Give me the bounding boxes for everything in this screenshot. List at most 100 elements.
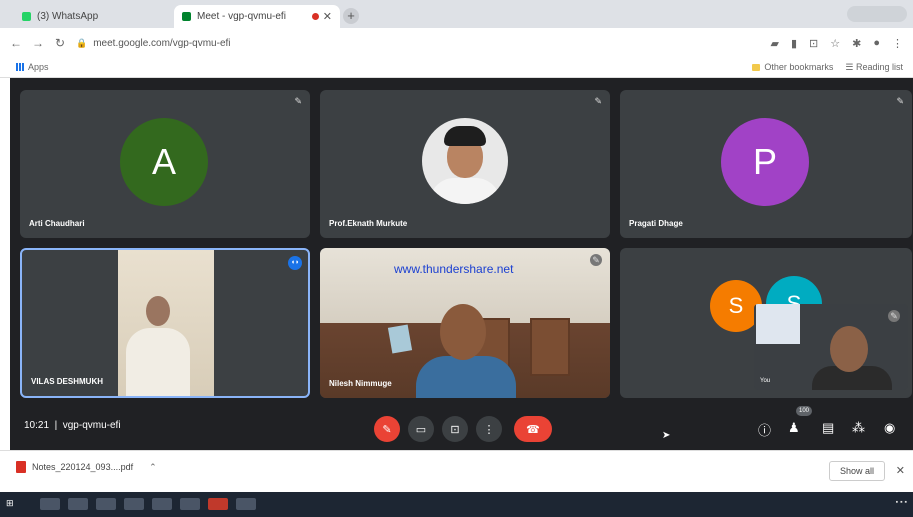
bookmarks-bar: Apps Other bookmarks ☰ Reading list <box>0 58 913 78</box>
taskbar-app-icon[interactable] <box>124 498 144 510</box>
taskbar-app-icon[interactable] <box>68 498 88 510</box>
start-icon[interactable]: ⊞ <box>6 498 14 509</box>
apps-bookmark[interactable]: Apps <box>16 62 49 72</box>
more-vert-icon: ⋮ <box>483 423 495 436</box>
tab-title: (3) WhatsApp <box>37 11 99 22</box>
tab-strip: (3) WhatsApp ✕ Meet - vgp-qvmu-efi ✕ + ⌄ <box>0 0 913 28</box>
profile-icon[interactable]: ● <box>873 37 880 50</box>
apps-grid-icon <box>16 63 24 71</box>
meet-control-bar: 10:21 | vgp-qvmu-efi ✎ ▭ ⊡ ⋮ ☎ ➤ ⓘ 100 ♟… <box>10 406 913 450</box>
reading-list-label: Reading list <box>855 62 903 72</box>
leave-call-button[interactable]: ☎ <box>514 416 552 442</box>
participant-name: Pragati Dhage <box>629 219 683 228</box>
download-shelf: Notes_220124_093....pdf ⌃ Show all ✕ <box>0 450 913 492</box>
meeting-info: 10:21 | vgp-qvmu-efi <box>24 420 121 431</box>
meet-icon <box>182 12 191 21</box>
other-bookmarks-label: Other bookmarks <box>764 62 834 72</box>
new-tab-button[interactable]: + <box>343 8 359 24</box>
more-options-button[interactable]: ⋮ <box>476 416 502 442</box>
participant-name: Nilesh Nimmuge <box>329 379 392 388</box>
os-taskbar: ⊞ ▪ ▪ ▪ <box>0 492 913 517</box>
show-all-button[interactable]: Show all <box>828 461 885 481</box>
mic-off-icon: ✎ <box>594 96 602 106</box>
participant-tile[interactable]: ✎ P Pragati Dhage <box>620 90 912 238</box>
taskbar-apps <box>40 498 256 510</box>
recording-icon <box>311 13 319 20</box>
participant-tile[interactable]: ✎ A Arti Chaudhari <box>20 90 310 238</box>
taskbar-app-icon[interactable] <box>96 498 116 510</box>
download-item[interactable]: Notes_220124_093....pdf ⌃ <box>16 461 157 473</box>
host-controls-icon[interactable]: ◉ <box>884 420 895 436</box>
other-bookmarks[interactable]: Other bookmarks <box>752 62 833 73</box>
meeting-code: vgp-qvmu-efi <box>62 420 121 431</box>
participant-tile-active[interactable]: ◖◗ VILAS DESHMUKH <box>20 248 310 398</box>
camera-toggle-button[interactable]: ▭ <box>408 416 434 442</box>
taskbar-app-icon[interactable] <box>208 498 228 510</box>
meet-stage: ✎ A Arti Chaudhari ✎ Prof.Eknath Murkute… <box>10 78 913 450</box>
system-tray: ▪ ▪ ▪ <box>895 499 907 506</box>
present-icon: ⊡ <box>450 423 460 436</box>
camera-icon: ▭ <box>415 423 427 436</box>
people-icon[interactable]: ♟ <box>788 420 800 436</box>
people-count-badge: 100 <box>796 406 812 416</box>
whatsapp-icon <box>22 12 31 21</box>
reload-icon[interactable]: ↻ <box>54 36 66 50</box>
taskbar-app-icon[interactable] <box>180 498 200 510</box>
mic-off-icon: ✎ <box>382 423 392 436</box>
folder-icon <box>752 64 761 72</box>
present-screen-button[interactable]: ⊡ <box>442 416 468 442</box>
address-bar: ← → ↻ 🔒 meet.google.com/vgp-qvmu-efi ▰ ▮… <box>0 28 913 58</box>
participant-name: VILAS DESHMUKH <box>31 377 104 386</box>
self-view[interactable]: ✎ You <box>754 304 908 390</box>
meeting-time: 10:21 <box>24 420 50 431</box>
menu-icon[interactable]: ⋮ <box>892 37 903 50</box>
participant-name: Prof.Eknath Murkute <box>329 219 408 228</box>
participant-tile[interactable]: ✎ Prof.Eknath Murkute <box>320 90 610 238</box>
taskbar-app-icon[interactable] <box>236 498 256 510</box>
tab-whatsapp[interactable]: (3) WhatsApp ✕ <box>14 5 190 28</box>
taskbar-app-icon[interactable] <box>40 498 60 510</box>
share-icon[interactable]: ⊡ <box>809 37 818 50</box>
extensions-icon[interactable]: ✱ <box>852 37 861 50</box>
window-controls[interactable] <box>847 6 907 22</box>
chevron-up-icon[interactable]: ⌃ <box>149 462 157 473</box>
chat-icon[interactable]: ▤ <box>822 420 834 436</box>
profile-photo <box>422 118 508 204</box>
mouse-cursor-icon: ➤ <box>662 430 671 441</box>
avatar: A <box>120 118 208 206</box>
close-tab-icon[interactable]: ✕ <box>323 10 332 23</box>
mic-toggle-button[interactable]: ✎ <box>374 416 400 442</box>
mic-off-icon: ✎ <box>590 254 602 266</box>
avatar-letter: A <box>151 141 176 182</box>
participant-tile[interactable]: www.thundershare.net ✎ Nilesh Nimmuge <box>320 248 610 398</box>
mic-off-icon: ✎ <box>888 310 900 322</box>
avatar-letter: S <box>728 293 744 318</box>
apps-label: Apps <box>28 62 49 72</box>
avatar: P <box>721 118 809 206</box>
mic-off-icon: ✎ <box>896 96 904 106</box>
camera-indicator-icon[interactable]: ▰ <box>771 37 779 50</box>
back-icon[interactable]: ← <box>10 36 22 50</box>
lock-icon: 🔒 <box>76 37 88 48</box>
tab-title: Meet - vgp-qvmu-efi <box>197 11 286 22</box>
bookmark-star-icon[interactable]: ☆ <box>830 37 840 50</box>
taskbar-app-icon[interactable] <box>152 498 172 510</box>
avatar-letter: P <box>752 141 777 182</box>
forward-icon[interactable]: → <box>32 36 44 50</box>
participant-video <box>118 250 214 396</box>
self-name: You <box>760 378 771 384</box>
info-icon[interactable]: ⓘ <box>758 420 771 439</box>
url-text: meet.google.com/vgp-qvmu-efi <box>93 37 231 49</box>
pdf-file-icon <box>16 461 26 473</box>
url-field[interactable]: 🔒 meet.google.com/vgp-qvmu-efi <box>76 38 761 49</box>
mic-off-icon: ✎ <box>294 96 302 106</box>
mic-indicator-icon[interactable]: ▮ <box>791 37 797 50</box>
hang-up-icon: ☎ <box>526 423 540 436</box>
close-icon[interactable]: ✕ <box>896 464 905 477</box>
download-filename: Notes_220124_093....pdf <box>32 462 134 472</box>
activities-icon[interactable]: ⁂ <box>852 420 865 436</box>
tab-meet[interactable]: Meet - vgp-qvmu-efi ✕ <box>174 5 340 28</box>
reading-list[interactable]: ☰ Reading list <box>845 62 903 73</box>
participant-tile-others[interactable]: S S ✎ You <box>620 248 912 398</box>
speaking-indicator-icon: ◖◗ <box>288 256 302 270</box>
